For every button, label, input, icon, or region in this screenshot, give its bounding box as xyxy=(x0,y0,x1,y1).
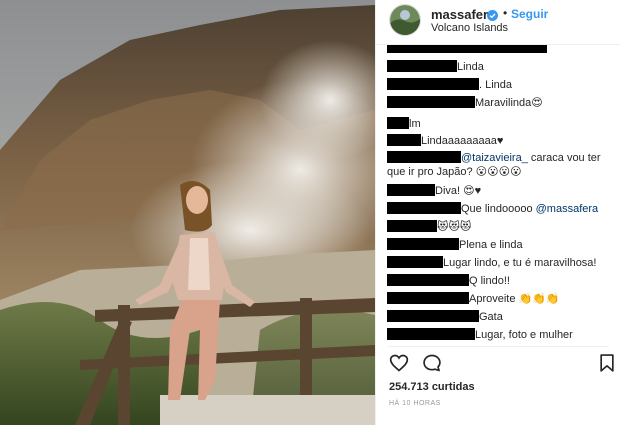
comment-item: Lindaaaaaaaaa♥ xyxy=(387,134,503,148)
heart-outline-icon[interactable] xyxy=(389,353,409,373)
redacted-username xyxy=(387,220,437,232)
comment-item: @taizavieira_ caraca vou ter xyxy=(387,151,601,165)
comment-item: Diva! 😍♥ xyxy=(387,184,481,198)
redacted-username xyxy=(387,256,443,268)
redacted-username xyxy=(387,134,421,146)
redacted-username xyxy=(387,328,475,340)
comment-mention-link[interactable]: @taizavieira_ xyxy=(461,152,528,164)
comment-item: Lugar lindo, e tu é maravilhosa! xyxy=(387,256,596,270)
comment-item xyxy=(387,45,547,55)
comment-text: Lugar, foto e mulher xyxy=(475,329,573,341)
post-photo[interactable] xyxy=(0,0,375,425)
comment-item: Aproveite 👏👏👏 xyxy=(387,292,560,306)
speech-bubble-icon[interactable] xyxy=(422,353,442,373)
comment-text: Lindaaaaaaaaa♥ xyxy=(421,135,504,147)
comment-item: Plena e linda xyxy=(387,238,523,252)
comment-text: Plena e linda xyxy=(459,239,523,251)
comment-item: Maravilinda😍 xyxy=(387,96,543,110)
location-link[interactable]: Volcano Islands xyxy=(431,22,508,34)
separator-dot: • xyxy=(503,6,508,20)
comment-text: Aproveite 👏👏👏 xyxy=(469,293,560,305)
comment-text: Lugar lindo, e tu é maravilhosa! xyxy=(443,257,597,269)
redacted-username xyxy=(387,292,469,304)
comment-text: Linda xyxy=(457,61,484,73)
redacted-username xyxy=(387,60,457,72)
comment-mention-link[interactable]: @massafera xyxy=(536,203,599,215)
redacted-username xyxy=(387,202,461,214)
redacted-username xyxy=(387,45,547,53)
post-timestamp[interactable]: HÁ 10 HORAS xyxy=(389,400,441,407)
redacted-username xyxy=(387,274,469,286)
redacted-username xyxy=(387,310,479,322)
redacted-username xyxy=(387,238,459,250)
comment-text: . Linda xyxy=(479,79,513,91)
comment-text: caraca vou ter xyxy=(527,152,601,164)
post-side-panel: massafera • Seguir Volcano Islands Linda… xyxy=(375,0,620,425)
comment-item: Que lindooooo @massafera xyxy=(387,202,598,216)
comment-item: Gata xyxy=(387,310,503,324)
comment-item-continued: que ir pro Japão? 😮😮😮😮 xyxy=(387,165,522,179)
comment-item: Linda xyxy=(387,60,484,74)
comment-text: Diva! 😍♥ xyxy=(435,185,482,197)
redacted-username xyxy=(387,184,435,196)
redacted-username xyxy=(387,96,475,108)
bookmark-icon[interactable] xyxy=(597,353,617,373)
redacted-username xyxy=(387,117,409,129)
verified-badge-icon xyxy=(487,8,498,21)
comment-text: Maravilinda😍 xyxy=(475,97,543,109)
redacted-username xyxy=(387,78,479,90)
comment-text: 😻😻😻 xyxy=(437,221,472,233)
comment-text: Q lindo!! xyxy=(469,275,510,287)
comment-text: Que lindooooo xyxy=(461,203,536,215)
redacted-username xyxy=(387,151,461,163)
follow-button[interactable]: Seguir xyxy=(511,7,548,21)
comment-item: 😻😻😻 xyxy=(387,220,471,234)
comment-item: . Linda xyxy=(387,78,512,92)
divider xyxy=(388,346,609,347)
comment-item: lm xyxy=(387,117,421,131)
post-header: massafera • Seguir Volcano Islands xyxy=(376,0,620,45)
avatar[interactable] xyxy=(389,4,421,36)
username-link[interactable]: massafera xyxy=(431,7,495,22)
comments-list[interactable]: Linda . Linda Maravilinda😍 lm Lindaaaaaa… xyxy=(376,45,620,345)
comment-text: Gata xyxy=(479,311,503,323)
comment-item: Lugar, foto e mulher xyxy=(387,328,573,342)
comment-text: lm xyxy=(409,118,421,130)
comment-text: que ir pro Japão? 😮😮😮😮 xyxy=(387,166,522,178)
comment-item: Q lindo!! xyxy=(387,274,510,288)
likes-count[interactable]: 254.713 curtidas xyxy=(389,381,475,393)
